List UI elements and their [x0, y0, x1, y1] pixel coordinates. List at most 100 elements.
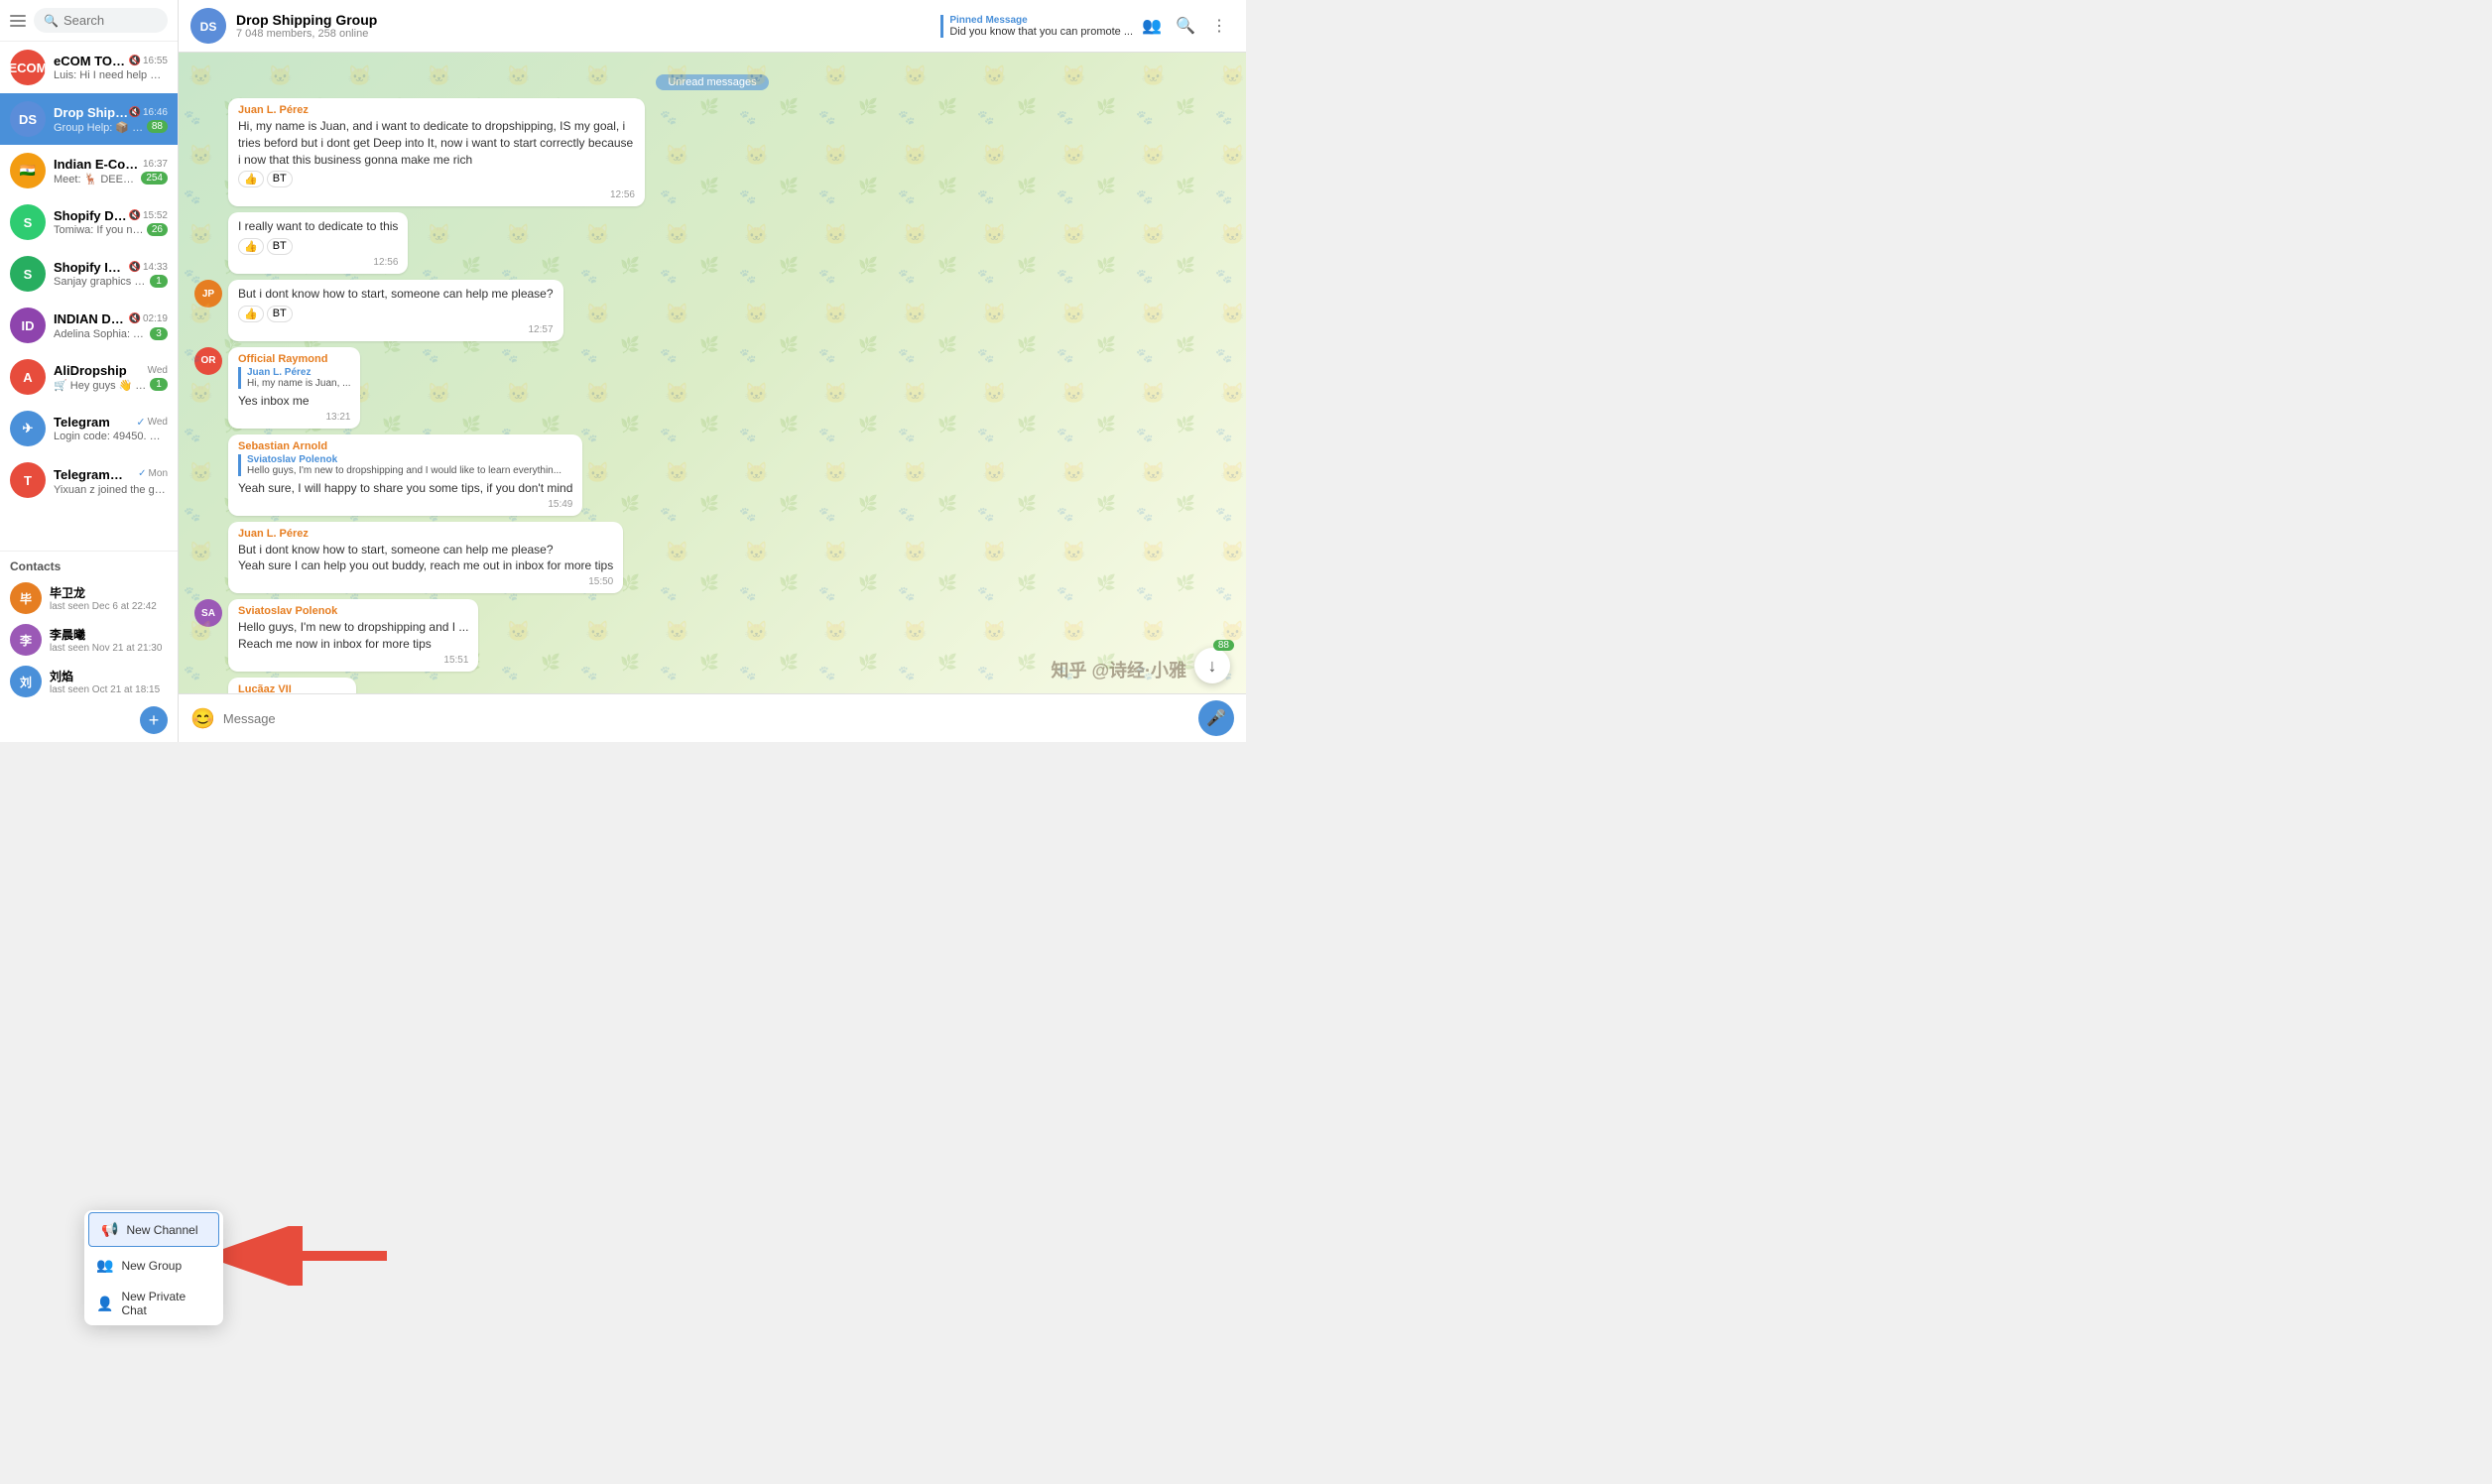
mic-button[interactable]: 🎤	[1198, 700, 1234, 736]
chat-item-shopify-india[interactable]: S Shopify India 🔇 14:33 Sanjay graphics …	[0, 248, 178, 300]
message-bubble-m5: Sebastian Arnold Sviatoslav Polenok Hell…	[228, 434, 582, 516]
search-box[interactable]: 🔍	[34, 8, 168, 33]
message-bubble-m8: Lucãaz VII Sviatoslav Polenok Hello guys…	[228, 678, 356, 693]
contact-info-c2: 李晨曦 last seen Nov 21 at 21:30	[50, 626, 168, 654]
context-icon-new-channel: 📢	[101, 1221, 118, 1238]
contact-item-c3[interactable]: 刘 刘焰 last seen Oct 21 at 18:15	[10, 661, 168, 702]
chat-name-shopify-drop: Shopify Dropshipping Knowledge ...	[54, 208, 129, 223]
members-icon[interactable]: 👥	[1137, 11, 1167, 41]
scroll-badge: 88	[1213, 640, 1234, 651]
msg-sender-m4: Official Raymond	[238, 353, 350, 365]
chat-item-indian[interactable]: 🇮🇳 Indian E-Commerce Wholsaler B2... 16:…	[0, 145, 178, 196]
header-right: Pinned Message Did you know that you can…	[940, 11, 1234, 41]
msg-time-m2: 12:56	[373, 257, 398, 268]
chat-preview-ecom: Luis: Hi I need help with one store onli…	[54, 69, 168, 81]
chat-preview-telegram: Login code: 49450. Do not give this code…	[54, 431, 168, 442]
chat-info-indian-drop: INDIAN DROPSHIPPING🚀💰 🔇 02:19 Adelina So…	[54, 311, 168, 340]
msg-meta-m7: 15:51	[238, 655, 468, 666]
mute-icon-dropship: 🔇	[129, 107, 141, 118]
msg-sender-m7: Sviatoslav Polenok	[238, 605, 468, 617]
chat-avatar-ali: A	[10, 359, 46, 395]
add-contact-item[interactable]: +	[10, 702, 168, 738]
msg-sender-m5: Sebastian Arnold	[238, 440, 572, 452]
pinned-message-box[interactable]: Pinned Message Did you know that you can…	[940, 15, 1133, 38]
svg-text:DS: DS	[200, 20, 217, 34]
message-input[interactable]	[223, 711, 1190, 726]
chat-item-telegram[interactable]: ✈ Telegram ✓ Wed Login code: 49450. Do n…	[0, 403, 178, 454]
chat-preview-indian: Meet: 🦌 DEER HEAD MULTIPURPOS...	[54, 173, 141, 186]
msg-reply-m4: Juan L. Pérez Hi, my name is Juan, ...	[238, 367, 350, 389]
chat-name-telegram-fly: Telegram✈️飞机群发/组拉人/群...	[54, 464, 138, 483]
scroll-down-button[interactable]: 88 ↓	[1194, 648, 1230, 683]
chat-item-dropship[interactable]: DS Drop Shipping Group 🔇 16:46 Group Hel…	[0, 93, 178, 145]
badge-indian-drop: 3	[150, 327, 168, 340]
badge-indian: 254	[141, 172, 168, 185]
chat-item-telegram-fly[interactable]: T Telegram✈️飞机群发/组拉人/群... ✓ Mon Yixuan z…	[0, 454, 178, 506]
message-group-m6: Juan L. Pérez But i dont know how to sta…	[194, 522, 1230, 594]
pinned-text: Did you know that you can promote ...	[949, 26, 1133, 38]
badge-ali: 1	[150, 378, 168, 391]
search-chat-icon[interactable]: 🔍	[1171, 11, 1200, 41]
contact-status-c2: last seen Nov 21 at 21:30	[50, 643, 168, 654]
badge-shopify-india: 1	[150, 275, 168, 288]
emoji-button[interactable]: 😊	[190, 706, 215, 731]
message-group-m2: I really want to dedicate to this 👍BT 12…	[194, 212, 1230, 274]
chat-time-ali: Wed	[148, 365, 168, 376]
mute-icon-indian-drop: 🔇	[129, 313, 141, 324]
msg-reactions-m3: 👍BT	[238, 306, 554, 322]
more-options-icon[interactable]: ⋮	[1204, 11, 1234, 41]
chat-avatar-shopify-drop: S	[10, 204, 46, 240]
chat-item-indian-drop[interactable]: ID INDIAN DROPSHIPPING🚀💰 🔇 02:19 Adelina…	[0, 300, 178, 351]
msg-meta-m1: 12:56	[238, 189, 635, 200]
msg-time-m3: 12:57	[529, 324, 554, 335]
chat-info-shopify-drop: Shopify Dropshipping Knowledge ... 🔇 15:…	[54, 208, 168, 236]
search-input[interactable]	[63, 13, 158, 28]
contact-name-c2: 李晨曦	[50, 626, 168, 643]
msg-text-m6: But i dont know how to start, someone ca…	[238, 542, 613, 575]
msg-text-m2: I really want to dedicate to this	[238, 218, 398, 235]
mute-icon-shopify-drop: 🔇	[129, 210, 141, 221]
msg-meta-m6: 15:50	[238, 576, 613, 587]
chat-item-ali[interactable]: A AliDropship Wed 🛒 Hey guys 👋 You can b…	[0, 351, 178, 403]
msg-avatar-m3: JP	[194, 280, 222, 308]
chat-name-shopify-india: Shopify India	[54, 260, 129, 275]
msg-reply-m5: Sviatoslav Polenok Hello guys, I'm new t…	[238, 454, 572, 476]
chat-preview-indian-drop: Adelina Sophia: There's this mining plat…	[54, 328, 150, 340]
contact-item-c1[interactable]: 毕 毕卫龙 last seen Dec 6 at 22:42	[10, 577, 168, 619]
checkmark-telegram-fly: ✓	[138, 468, 146, 479]
message-bubble-m3: But i dont know how to start, someone ca…	[228, 280, 563, 341]
contact-info-c3: 刘焰 last seen Oct 21 at 18:15	[50, 668, 168, 695]
chat-avatar-ecom: ECOM	[10, 50, 46, 85]
chat-info-shopify-india: Shopify India 🔇 14:33 Sanjay graphics de…	[54, 260, 168, 288]
context-menu-item-new-private[interactable]: 👤 New Private Chat	[84, 1282, 223, 1325]
chat-item-shopify-drop[interactable]: S Shopify Dropshipping Knowledge ... 🔇 1…	[0, 196, 178, 248]
add-contact-button[interactable]: +	[140, 706, 168, 734]
context-menu-item-new-channel[interactable]: 📢 New Channel	[88, 1212, 219, 1247]
chat-item-ecom[interactable]: ECOM eCOM TODAY Ecommerce | ENG C... 🔇 1…	[0, 42, 178, 93]
msg-reactions-m1: 👍BT	[238, 171, 635, 187]
badge-dropship: 88	[147, 120, 168, 133]
msg-time-m1: 12:56	[610, 189, 635, 200]
chat-info-ali: AliDropship Wed 🛒 Hey guys 👋 You can boo…	[54, 363, 168, 392]
chat-time-dropship: 16:46	[143, 107, 168, 118]
contact-item-c2[interactable]: 李 李晨曦 last seen Nov 21 at 21:30	[10, 619, 168, 661]
contact-name-c1: 毕卫龙	[50, 584, 168, 601]
chat-time-shopify-india: 14:33	[143, 262, 168, 273]
msg-meta-m5: 15:49	[238, 499, 572, 510]
chat-preview-dropship: Group Help: 📦 Please Follow The Gro...	[54, 121, 147, 134]
chat-preview-shopify-drop: Tomiwa: If you need any recommenda...	[54, 224, 147, 236]
chat-header-name: Drop Shipping Group	[236, 12, 931, 28]
chat-preview-ali: 🛒 Hey guys 👋 You can book a free m...	[54, 379, 150, 392]
context-label-new-private: New Private Chat	[121, 1290, 211, 1317]
hamburger-icon[interactable]	[10, 15, 26, 27]
contact-status-c1: last seen Dec 6 at 22:42	[50, 601, 168, 612]
context-menu-item-new-group[interactable]: 👥 New Group	[84, 1249, 223, 1282]
msg-avatar-m7: SA	[194, 599, 222, 627]
contacts-label: Contacts	[10, 559, 168, 573]
chat-name-telegram: Telegram	[54, 415, 110, 430]
chat-header-avatar: DS	[190, 8, 226, 44]
chat-avatar-indian: 🇮🇳	[10, 153, 46, 188]
chat-name-indian-drop: INDIAN DROPSHIPPING🚀💰	[54, 311, 129, 327]
msg-text-m7: Hello guys, I'm new to dropshipping and …	[238, 619, 468, 653]
verified-icon-telegram: ✓	[136, 416, 145, 429]
